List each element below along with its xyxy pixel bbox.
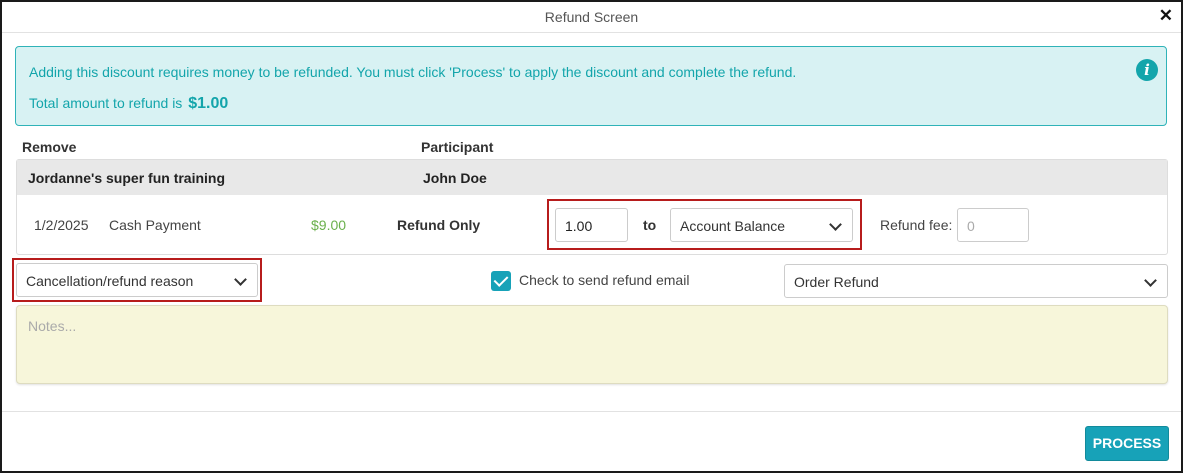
send-email-label: Check to send refund email: [519, 272, 690, 288]
email-template-value: Order Refund: [794, 274, 879, 290]
refund-table: Jordanne's super fun training John Doe 1…: [16, 159, 1168, 255]
info-icon[interactable]: i: [1136, 59, 1158, 81]
chevron-down-icon: [234, 273, 247, 286]
close-icon[interactable]: ✕: [1159, 6, 1173, 26]
chevron-down-icon: [829, 218, 842, 231]
dialog-title: Refund Screen: [544, 9, 639, 25]
footer-divider: [2, 411, 1181, 412]
notes-placeholder: Notes...: [28, 318, 77, 334]
refund-info-alert: Adding this discount requires money to b…: [15, 46, 1167, 126]
refund-fee-placeholder: 0: [967, 218, 975, 234]
table-group-row: Jordanne's super fun training John Doe: [17, 160, 1167, 195]
refund-dialog: Refund Screen ✕ Adding this discount req…: [0, 0, 1183, 473]
participant-name: John Doe: [423, 170, 487, 186]
refund-destination-select[interactable]: Account Balance: [670, 208, 853, 242]
dialog-titlebar: Refund Screen ✕: [2, 2, 1181, 33]
payment-method: Cash Payment: [109, 217, 201, 233]
total-label: Total amount to refund is: [29, 95, 183, 111]
reason-select-value: Cancellation/refund reason: [26, 273, 194, 289]
payment-date: 1/2/2025: [34, 217, 89, 233]
notes-textarea[interactable]: Notes...: [16, 305, 1168, 384]
refund-fee-label: Refund fee:: [880, 217, 953, 233]
refund-type: Refund Only: [397, 217, 481, 233]
payment-amount: $9.00: [311, 217, 347, 233]
send-email-checkbox[interactable]: [491, 271, 511, 291]
alert-total: Total amount to refund is $1.00: [29, 95, 228, 113]
refund-amount-value: 1.00: [565, 218, 593, 234]
reason-select[interactable]: Cancellation/refund reason: [16, 263, 258, 297]
process-button[interactable]: PROCESS: [1085, 426, 1169, 461]
event-name: Jordanne's super fun training: [28, 170, 226, 186]
refund-fee-input[interactable]: 0: [957, 208, 1029, 242]
column-header-participant: Participant: [421, 139, 494, 155]
email-template-select[interactable]: Order Refund: [784, 264, 1168, 298]
total-value: $1.00: [188, 95, 229, 112]
refund-amount-input[interactable]: 1.00: [555, 208, 628, 242]
to-label: to: [643, 217, 657, 233]
alert-message: Adding this discount requires money to b…: [29, 64, 797, 80]
column-header-remove: Remove: [22, 139, 77, 155]
refund-destination-value: Account Balance: [680, 218, 786, 234]
chevron-down-icon: [1144, 274, 1157, 287]
